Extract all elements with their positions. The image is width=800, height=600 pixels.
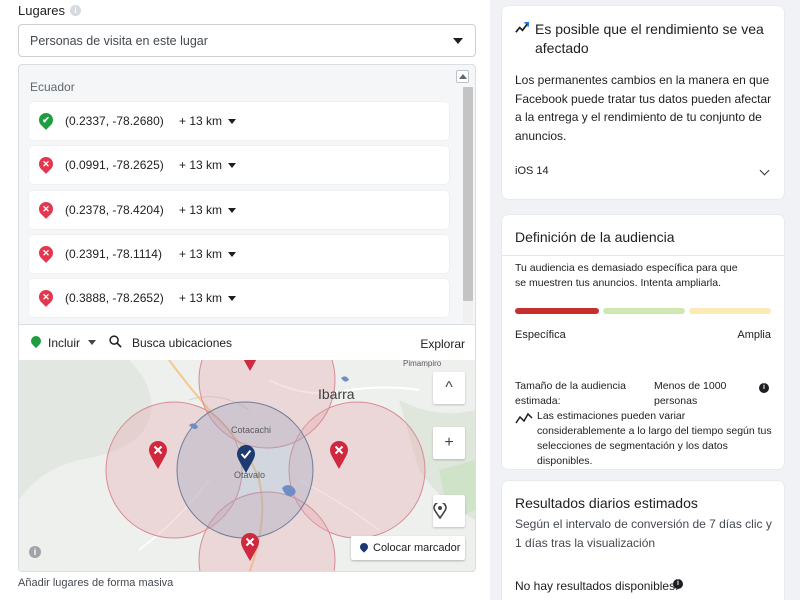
explore-link[interactable]: Explorar (420, 337, 465, 351)
estimate-trend-icon (515, 412, 533, 424)
location-radius[interactable]: + 13 km (179, 158, 222, 172)
location-row[interactable]: ✕ (0.0991, -78.2625) + 13 km (29, 146, 449, 184)
location-coords: (0.2378, -78.4204) (65, 203, 164, 217)
gauge-broad-segment (689, 308, 771, 314)
location-row[interactable]: ✕ (0.3888, -78.2652) + 13 km (29, 279, 449, 317)
map-label-pimampiro: Pimampiro (403, 360, 442, 368)
divider (502, 255, 784, 256)
chevron-down-icon[interactable] (88, 340, 96, 345)
location-coords: (0.0991, -78.2625) (65, 158, 164, 172)
trend-icon (515, 21, 529, 33)
map-label-otavalo: Otavalo (234, 470, 266, 480)
audience-size-value: Menos de 1000 personas (654, 380, 727, 407)
place-marker-button[interactable]: Colocar marcador (351, 536, 465, 560)
gauge-mid-segment (603, 308, 685, 314)
places-label: Lugares i (18, 3, 81, 18)
marker-icon (358, 541, 370, 553)
excluded-pin-icon: ✕ (36, 243, 56, 263)
map-view[interactable]: Pimampiro Ibarra Cotacachi Otavalo ^ + C… (19, 360, 475, 571)
location-radius[interactable]: + 13 km (179, 203, 222, 217)
location-radius[interactable]: + 13 km (179, 291, 222, 305)
audience-type-value: Personas de visita en este lugar (30, 34, 208, 48)
daily-results-title: Resultados diarios estimados (515, 495, 698, 511)
excluded-pin-icon: ✕ (36, 287, 56, 307)
chevron-down-icon[interactable] (759, 165, 770, 176)
location-coords: (0.2391, -78.1114) (65, 247, 162, 261)
map-collapse-button[interactable]: ^ (433, 372, 465, 404)
daily-results-card: Resultados diarios estimados Según el in… (502, 481, 784, 600)
zoom-in-button[interactable]: + (433, 427, 465, 459)
chevron-down-icon[interactable] (228, 296, 236, 301)
location-radius[interactable]: + 13 km (179, 114, 222, 128)
location-coords: (0.2337, -78.2680) (65, 114, 164, 128)
map-label-ibarra: Ibarra (318, 386, 355, 402)
included-pin-icon: ✔ (36, 110, 56, 130)
map-label-cotacachi: Cotacachi (231, 425, 272, 435)
info-icon[interactable]: i (759, 383, 769, 393)
location-pin-icon (433, 503, 447, 519)
location-row[interactable]: ✕ (0.2391, -78.1114) + 13 km (29, 235, 449, 273)
audience-definition-card: Definición de la audiencia Tu audiencia … (502, 215, 784, 469)
estimate-note: Las estimaciones pueden variar considera… (537, 410, 772, 467)
country-label: Ecuador (30, 80, 75, 94)
locations-panel: Ecuador ✔ (0.2337, -78.2680) + 13 km ✕ (… (18, 64, 476, 572)
location-coords: (0.3888, -78.2652) (65, 291, 164, 305)
location-row[interactable]: ✔ (0.2337, -78.2680) + 13 km (29, 102, 449, 140)
my-location-button[interactable] (433, 495, 465, 527)
gauge-specific-segment (515, 308, 599, 314)
include-dropdown[interactable]: Incluir (48, 336, 80, 350)
excluded-marker-icon[interactable] (148, 440, 168, 470)
ios-label: iOS 14 (515, 165, 549, 177)
audience-description: Tu audiencia es demasiado específica par… (515, 262, 738, 289)
excluded-marker-icon[interactable] (240, 532, 260, 562)
bulk-add-link[interactable]: Añadir lugares de forma masiva (18, 577, 173, 589)
performance-warning-card: Es posible que el rendimiento se vea afe… (502, 6, 784, 199)
audience-type-select[interactable]: Personas de visita en este lugar (18, 24, 476, 57)
map-info-icon[interactable]: i (29, 546, 41, 558)
excluded-marker-icon[interactable] (329, 440, 349, 470)
locations-section: Lugares i Personas de visita en este lug… (0, 0, 490, 600)
include-pin-icon (28, 333, 44, 349)
chevron-down-icon[interactable] (228, 163, 236, 168)
location-row[interactable]: ✕ (0.2378, -78.4204) + 13 km (29, 191, 449, 229)
no-results-text: No hay resultados disponibles. (515, 579, 679, 593)
info-icon[interactable]: i (673, 579, 683, 589)
audience-size-label: Tamaño de la audiencia estimada: (515, 380, 626, 407)
chevron-down-icon[interactable] (228, 208, 236, 213)
map-toolbar: Incluir Busca ubicaciones Explorar (19, 324, 475, 360)
chevron-down-icon (453, 38, 463, 44)
performance-title: Es posible que el rendimiento se vea afe… (535, 21, 764, 56)
location-search-input[interactable]: Busca ubicaciones (132, 336, 232, 350)
excluded-pin-icon: ✕ (36, 154, 56, 174)
chevron-down-icon[interactable] (228, 252, 236, 257)
excluded-marker-icon[interactable] (240, 360, 260, 372)
scrollbar-thumb[interactable] (463, 87, 473, 301)
search-icon (109, 335, 122, 348)
location-radius[interactable]: + 13 km (179, 247, 222, 261)
info-icon[interactable]: i (69, 5, 81, 16)
chevron-down-icon[interactable] (228, 119, 236, 124)
performance-body: Los permanentes cambios en la manera en … (515, 73, 772, 143)
excluded-pin-icon: ✕ (36, 199, 56, 219)
gauge-left-label: Específica (515, 329, 566, 341)
gauge-right-label: Amplia (737, 329, 771, 341)
audience-title: Definición de la audiencia (515, 229, 675, 245)
place-marker-label: Colocar marcador (373, 542, 461, 554)
collapse-button[interactable] (456, 70, 469, 83)
places-label-text: Lugares (18, 3, 65, 18)
daily-results-subtitle: Según el intervalo de conversión de 7 dí… (515, 517, 772, 550)
